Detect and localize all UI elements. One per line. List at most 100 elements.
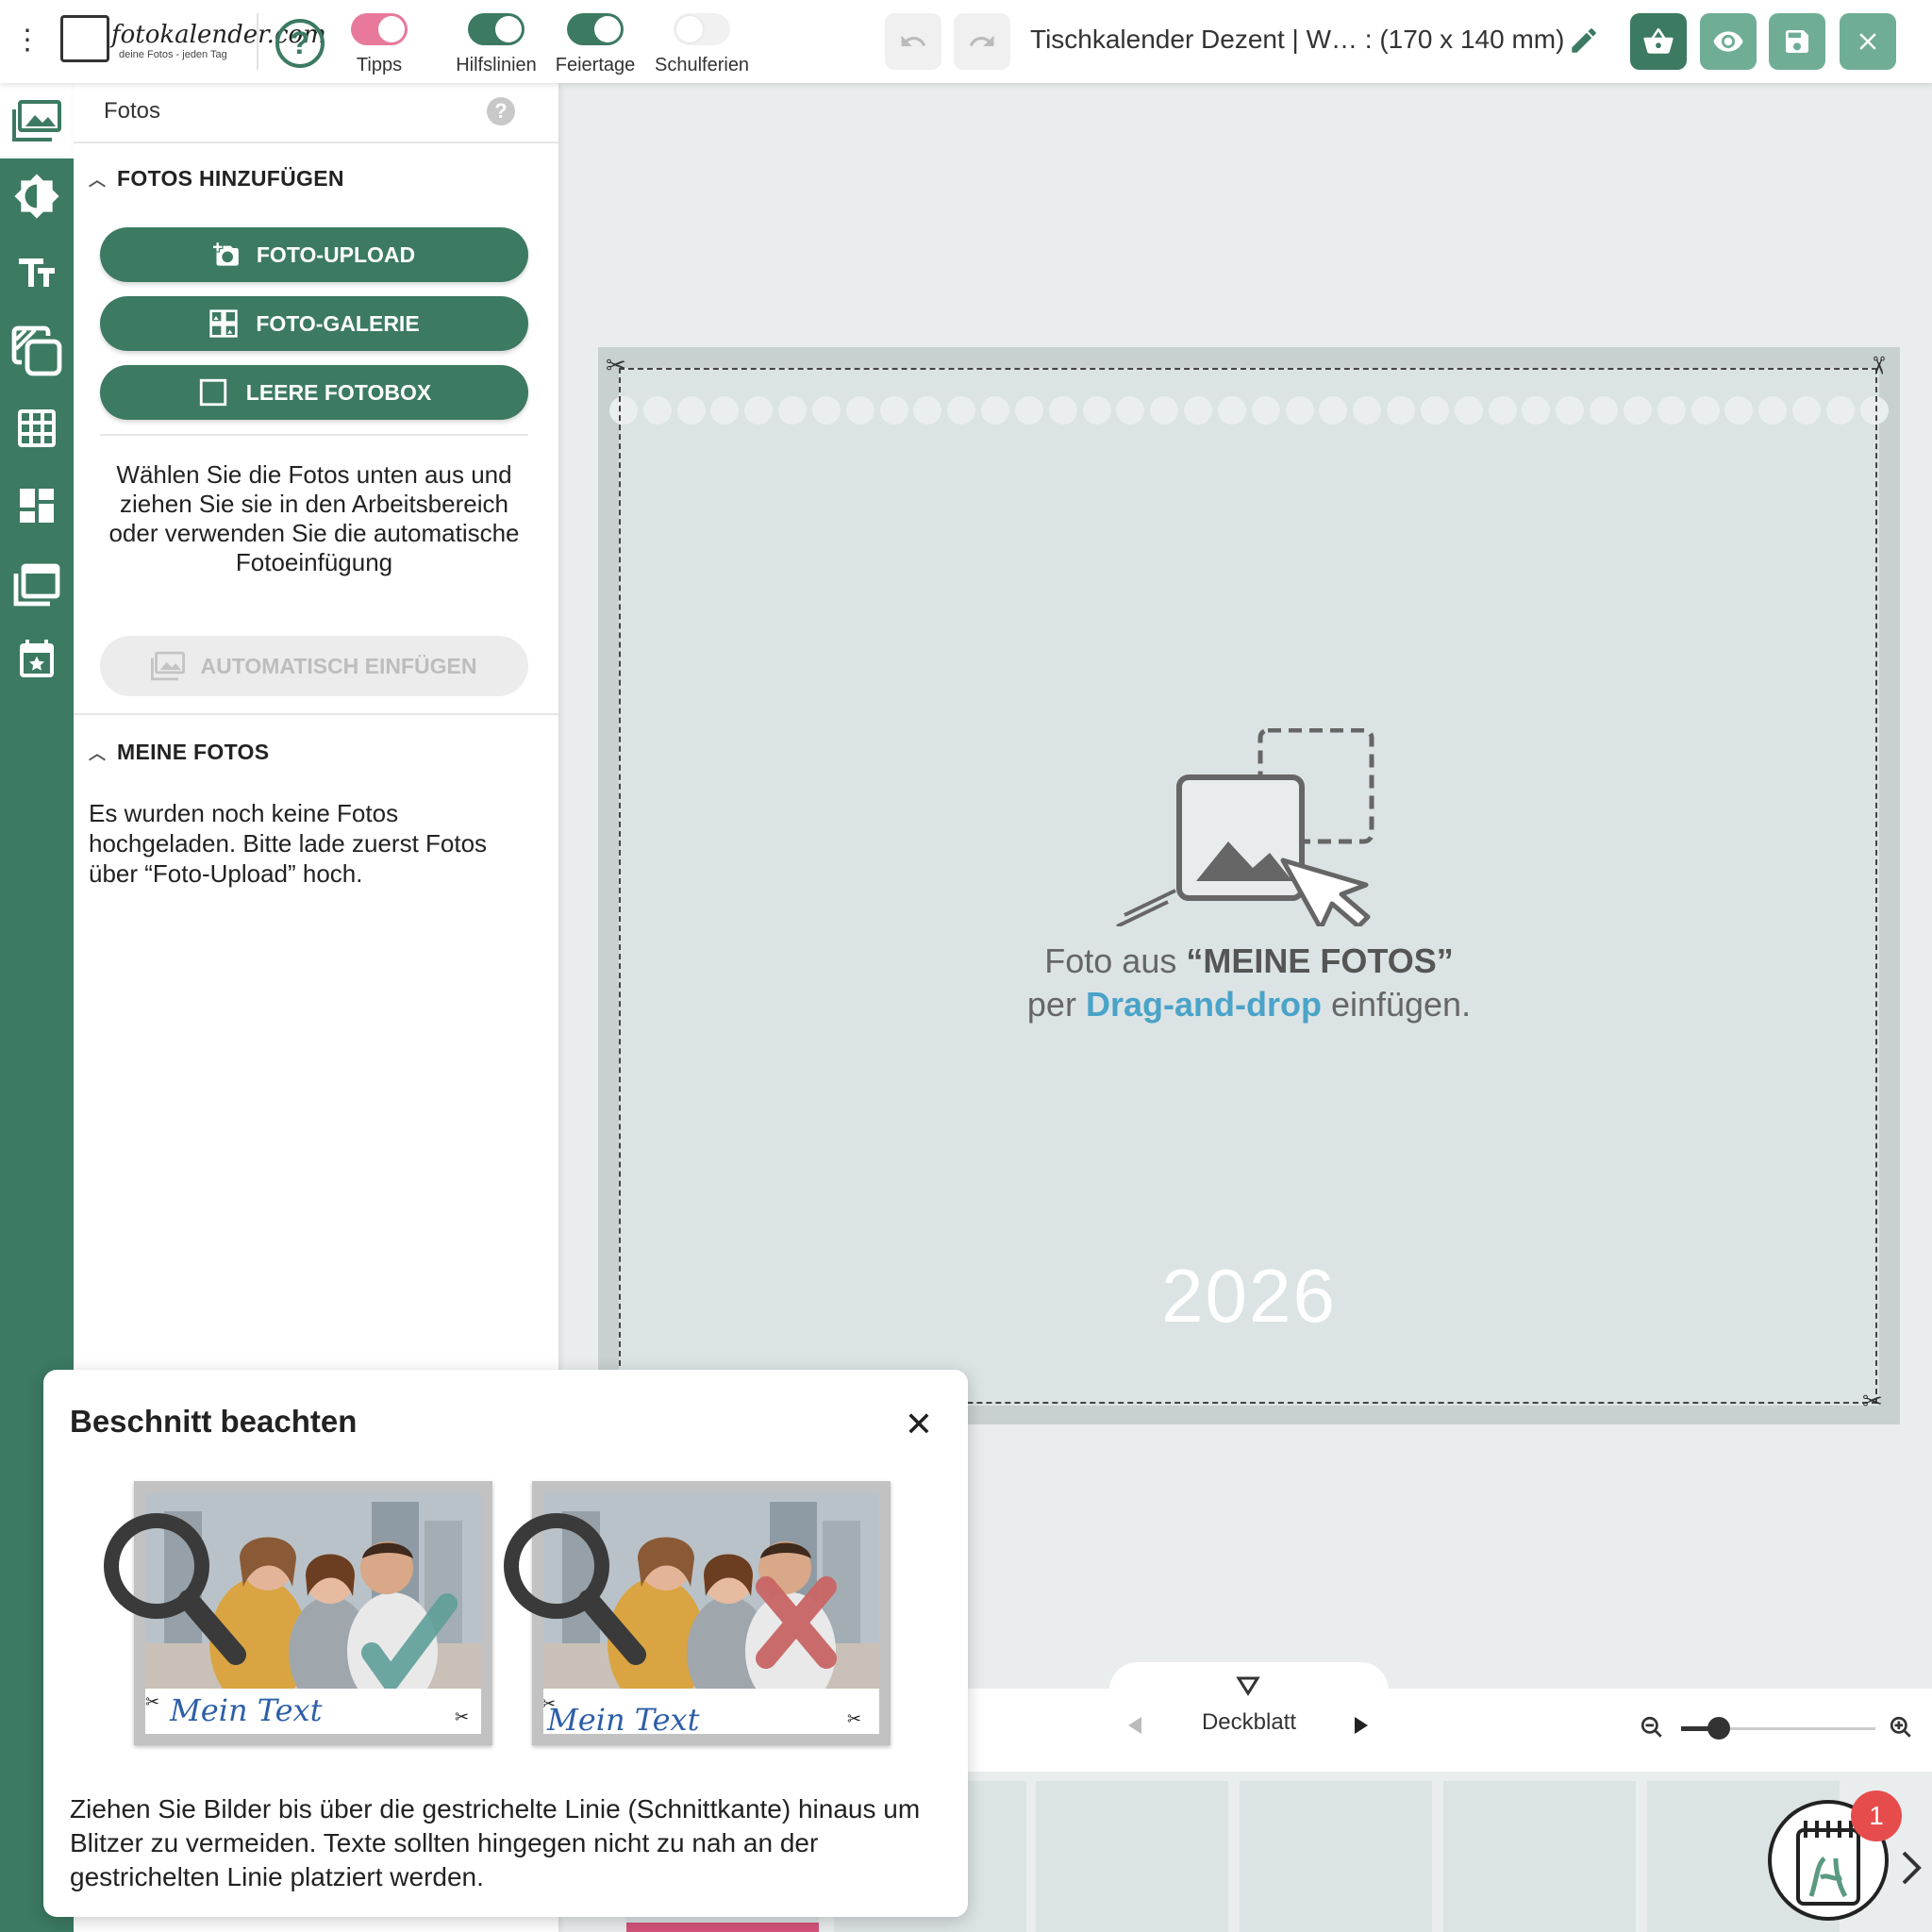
divider [100, 434, 528, 436]
empty-photobox-button[interactable]: LEERE FOTOBOX [100, 365, 528, 420]
basket-icon [1643, 27, 1674, 54]
scissors-icon: ✂ [455, 1707, 470, 1726]
zoom-slider-handle[interactable] [1707, 1717, 1730, 1740]
toggle-feiertage[interactable]: Feiertage [548, 11, 642, 77]
toolbar-divider [257, 13, 258, 70]
cliparts-icon [11, 325, 62, 376]
magnifier-icon [104, 1513, 246, 1665]
empty-photos-message: Es wurden noch keine Fotos hochgeladen. … [89, 799, 488, 888]
top-toolbar: ⋮ fotokalender.com deine Fotos - jeden T… [0, 0, 1932, 83]
photo-upload-label: FOTO-UPLOAD [256, 242, 416, 267]
help-icon[interactable]: ? [275, 19, 325, 68]
thumbnail-page[interactable] [1443, 1781, 1636, 1932]
toggle-label: Feiertage [555, 55, 636, 75]
logo-subtitle: deine Fotos - jeden Tag [119, 49, 227, 60]
photo-gallery-button[interactable]: FOTO-GALERIE [100, 296, 528, 351]
photo-gallery-label: FOTO-GALERIE [256, 310, 420, 336]
sidebar-item-layouts[interactable] [0, 468, 74, 543]
scissors-icon: ✂ [145, 1692, 160, 1711]
bad-example-image: Mein Text ✂ ✂ [504, 1481, 891, 1745]
divider [74, 142, 558, 143]
feiertage-switch[interactable] [567, 13, 624, 45]
toggle-label: Schulferien [655, 55, 750, 75]
scissors-icon: ✂ [543, 1694, 557, 1713]
preview-button[interactable] [1700, 13, 1757, 70]
magnifier-icon [504, 1513, 646, 1665]
add-photo-icon [212, 242, 239, 266]
calendar-canvas[interactable]: ✂ ✂ ✂ Foto aus “MEINE FOTOS” per Drag-an… [598, 347, 1900, 1424]
zoom-in-icon[interactable] [1889, 1715, 1913, 1740]
scissors-icon: ✂ [847, 1709, 862, 1728]
hilfslinien-switch[interactable] [468, 13, 525, 45]
auto-insert-button[interactable]: AUTOMATISCH EINFÜGEN [100, 636, 528, 696]
toggle-label: Hilfslinien [456, 55, 537, 75]
layout-icon [20, 489, 54, 523]
redo-button[interactable] [954, 13, 1010, 70]
tip-popup: Beschnitt beachten ✕ Mein Text ✂ ✂ Mein … [43, 1370, 968, 1917]
my-photos-section-header[interactable]: ︿ MEINE FOTOS [89, 740, 269, 765]
redo-icon [969, 35, 994, 46]
close-icon[interactable]: ✕ [900, 1406, 938, 1443]
zoom-slider[interactable] [1681, 1717, 1875, 1740]
eye-icon [1713, 31, 1743, 52]
scissors-icon: ✂ [1864, 355, 1893, 376]
add-photos-section-header[interactable]: ︿ FOTOS HINZUFÜGEN [89, 166, 344, 192]
floppy-disk-icon [1786, 30, 1808, 53]
drag-drop-photo-icon [1116, 728, 1374, 926]
sidebar-item-photos[interactable] [0, 83, 74, 158]
sidebar-item-cliparts[interactable] [0, 313, 74, 389]
popup-body-text: Ziehen Sie Bilder bis über die gestriche… [70, 1794, 921, 1891]
empty-photobox-label: LEERE FOTOBOX [245, 379, 432, 405]
divider [74, 713, 558, 715]
menu-kebab-icon[interactable]: ⋮ [13, 26, 42, 55]
filter-icon [14, 174, 59, 219]
toggle-hilfslinien[interactable]: Hilfslinien [449, 11, 543, 77]
document-title[interactable]: Tischkalender Dezent | W… : (170 x 140 m… [1030, 25, 1564, 55]
photo-upload-button[interactable]: FOTO-UPLOAD [100, 227, 528, 282]
calendar-star-icon [20, 640, 54, 677]
sidebar-item-filters[interactable] [0, 158, 74, 234]
close-editor-button[interactable] [1840, 13, 1896, 70]
chevron-up-icon: ︿ [89, 171, 107, 190]
popup-title: Beschnitt beachten [70, 1404, 358, 1439]
tipps-switch[interactable] [351, 13, 408, 45]
undo-icon [901, 35, 926, 46]
photos-icon [12, 100, 61, 142]
drop-hint-line1: Foto aus “MEINE FOTOS” [1044, 941, 1454, 980]
sidebar-item-text[interactable] [0, 236, 74, 311]
drop-hint-line2: per Drag-and-drop einfügen. [1026, 985, 1472, 1024]
save-button[interactable] [1769, 13, 1825, 70]
panel-title: Fotos [104, 98, 161, 124]
undo-button[interactable] [885, 13, 941, 70]
logo[interactable]: fotokalender.com deine Fotos - jeden Tag [60, 11, 326, 64]
logo-calendar-icon [60, 15, 109, 62]
add-photos-heading: FOTOS HINZUFÜGEN [117, 166, 344, 191]
chevron-right-icon[interactable] [1900, 1849, 1924, 1887]
scissors-icon: ✂ [606, 351, 626, 379]
pencil-icon[interactable] [1568, 25, 1600, 57]
cover-year[interactable]: 2026 [598, 1253, 1900, 1340]
close-icon [1859, 33, 1876, 50]
cart-button[interactable] [1630, 13, 1687, 70]
drop-hint: Foto aus “MEINE FOTOS” per Drag-and-drop… [598, 940, 1900, 1026]
toggle-tipps[interactable]: Tipps [332, 11, 426, 77]
auto-insert-label: AUTOMATISCH EINFÜGEN [200, 653, 477, 678]
toggle-schulferien[interactable]: Schulferien [655, 11, 749, 77]
help-icon[interactable]: ? [487, 97, 515, 125]
example-caption: Mein Text [170, 1692, 323, 1728]
sidebar-item-backgrounds[interactable] [0, 545, 74, 621]
background-icon [13, 563, 60, 607]
thumbnail-page[interactable] [1036, 1781, 1228, 1932]
good-example-image: Mein Text ✂ ✂ [104, 1481, 492, 1745]
sidebar-item-grid[interactable] [0, 391, 74, 466]
zoom-out-icon[interactable] [1640, 1715, 1664, 1740]
toggle-label: Tipps [356, 55, 403, 75]
schulferien-switch[interactable] [674, 13, 730, 45]
chevron-up-icon: ︿ [89, 744, 107, 763]
triangle-down-icon [1236, 1676, 1260, 1696]
my-photos-heading: MEINE FOTOS [117, 740, 270, 764]
next-page-icon[interactable] [1353, 1715, 1370, 1736]
scissors-icon: ✂ [1862, 1387, 1883, 1415]
sidebar-item-events[interactable] [0, 623, 74, 698]
thumbnail-page[interactable] [1240, 1781, 1432, 1932]
